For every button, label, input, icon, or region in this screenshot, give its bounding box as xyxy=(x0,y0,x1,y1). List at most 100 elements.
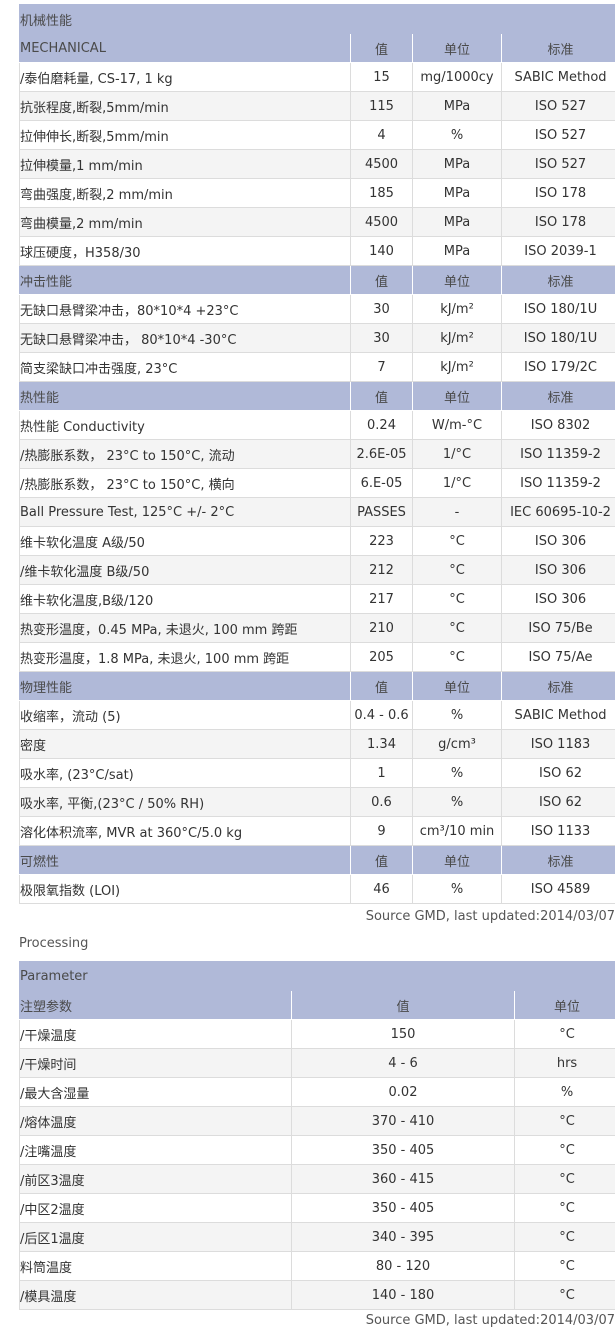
parameter-name-cell: /前区3温度 xyxy=(19,1164,292,1194)
header-name-cell: 可燃性 xyxy=(19,845,351,875)
property-name-cell: 拉伸模量,1 mm/min xyxy=(19,149,351,179)
properties-source-note: Source GMD, last updated:2014/03/07 xyxy=(365,909,615,924)
parameter-name-cell: /模具温度 xyxy=(19,1280,292,1310)
table-row: 弯曲模量,2 mm/min 4500 MPa ISO 178 xyxy=(19,207,615,237)
parameter-name-cell: /中区2温度 xyxy=(19,1193,292,1223)
property-standard-cell: ISO 4589 xyxy=(500,874,615,904)
table-row: /前区3温度 360 - 415 °C xyxy=(19,1164,615,1194)
property-value-cell: 6.E-05 xyxy=(350,468,413,498)
property-name-cell: Ball Pressure Test, 125°C +/- 2°C xyxy=(19,497,351,527)
header-value-cell: 值 xyxy=(291,990,515,1020)
property-name-cell: 热变形温度，0.45 MPa, 未退火, 100 mm 跨距 xyxy=(19,613,351,643)
property-standard-cell: IEC 60695-10-2 xyxy=(500,497,615,527)
header-value-cell: 值 xyxy=(350,381,413,411)
property-unit-cell: MPa xyxy=(412,91,502,121)
table-row: /热膨胀系数， 23°C to 150°C, 流动 2.6E-05 1/°C ISO … xyxy=(19,439,615,469)
property-standard-cell: ISO 2039-1 xyxy=(500,236,615,266)
property-unit-cell: % xyxy=(412,700,502,730)
parameter-unit-cell: °C xyxy=(513,1164,615,1194)
parameter-value-cell: 150 xyxy=(291,1019,515,1049)
table-row: 吸水率, (23°C/sat) 1% ISO 62 xyxy=(19,758,615,788)
parameter-unit-cell: °C xyxy=(513,1193,615,1223)
table-row: /注嘴温度 350 - 405 °C xyxy=(19,1135,615,1165)
property-standard-cell: ISO 306 xyxy=(500,526,615,556)
property-name-cell: 热变形温度，1.8 MPa, 未退火, 100 mm 跨距 xyxy=(19,642,351,672)
property-unit-cell: kJ/m² xyxy=(412,294,502,324)
parameter-name-cell: /干燥时间 xyxy=(19,1048,292,1078)
property-standard-cell: ISO 527 xyxy=(500,149,615,179)
table-row: 极限氧指数 (LOI) 46% ISO 4589 xyxy=(19,874,615,904)
property-unit-cell: % xyxy=(412,120,502,150)
header-value-cell: 值 xyxy=(350,33,413,63)
property-unit-cell: 1/°C xyxy=(412,468,502,498)
property-standard-cell: ISO 62 xyxy=(500,787,615,817)
header-name-cell: MECHANICAL xyxy=(19,33,351,63)
property-name-cell: /维卡软化温度 B级/50 xyxy=(19,555,351,585)
property-unit-cell: W/m-°C xyxy=(412,410,502,440)
parameter-unit-cell: °C xyxy=(513,1019,615,1049)
property-unit-cell: °C xyxy=(412,584,502,614)
property-unit-cell: cm³/10 min xyxy=(412,816,502,846)
property-name-cell: 抗张程度,断裂,5mm/min xyxy=(19,91,351,121)
table-row: 热变形温度，0.45 MPa, 未退火, 100 mm 跨距 210 °C ISO 7… xyxy=(19,613,615,643)
property-unit-cell: °C xyxy=(412,642,502,672)
property-value-cell: 0.24 xyxy=(350,410,413,440)
header-unit-cell: 单位 xyxy=(412,671,502,701)
header-value-cell: 值 xyxy=(350,265,413,295)
header-unit-cell: 单位 xyxy=(513,990,615,1020)
property-unit-cell: kJ/m² xyxy=(412,352,502,382)
table-row: /维卡软化温度 B级/50 212 °C ISO 306 xyxy=(19,555,615,585)
table-row: 抗张程度,断裂,5mm/min 115 MPa ISO 527 xyxy=(19,91,615,121)
property-name-cell: 拉伸伸长,断裂,5mm/min xyxy=(19,120,351,150)
table-row: /最大含湿量 0.02% xyxy=(19,1077,615,1107)
section-header-row: 可燃性值单位 标准 xyxy=(19,845,615,875)
table-row: 维卡软化温度,B级/120 217 °C ISO 306 xyxy=(19,584,615,614)
property-name-cell: 溶化体积流率, MVR at 360°C/5.0 kg xyxy=(19,816,351,846)
property-value-cell: 140 xyxy=(350,236,413,266)
header-standard-cell: 标准 xyxy=(500,33,615,63)
property-value-cell: 2.6E-05 xyxy=(350,439,413,469)
table-row: 拉伸模量,1 mm/min 4500 MPa ISO 527 xyxy=(19,149,615,179)
table-row: 溶化体积流率, MVR at 360°C/5.0 kg 9 cm³/10 min IS… xyxy=(19,816,615,846)
parameter-value-cell: 140 - 180 xyxy=(291,1280,515,1310)
property-unit-cell: g/cm³ xyxy=(412,729,502,759)
parameter-value-cell: 350 - 405 xyxy=(291,1135,515,1165)
header-standard-cell: 标准 xyxy=(500,671,615,701)
property-value-cell: PASSES xyxy=(350,497,413,527)
parameter-value-cell: 360 - 415 xyxy=(291,1164,515,1194)
parameter-unit-cell: % xyxy=(513,1077,615,1107)
property-name-cell: 收缩率，流动 (5) xyxy=(19,700,351,730)
property-standard-cell: ISO 178 xyxy=(500,178,615,208)
property-value-cell: 9 xyxy=(350,816,413,846)
property-name-cell: 简支梁缺口冲击强度, 23°C xyxy=(19,352,351,382)
table-row: 料筒温度 80 - 120 °C xyxy=(19,1251,615,1281)
property-standard-cell: ISO 11359-2 xyxy=(500,468,615,498)
property-value-cell: 30 xyxy=(350,323,413,353)
parameter-unit-cell: °C xyxy=(513,1135,615,1165)
parameter-name-cell: /熔体温度 xyxy=(19,1106,292,1136)
processing-header-row: 注塑参数值单位 xyxy=(19,990,615,1020)
property-standard-cell: SABIC Method xyxy=(500,700,615,730)
parameter-value-cell: 0.02 xyxy=(291,1077,515,1107)
property-unit-cell: °C xyxy=(412,555,502,585)
property-value-cell: 30 xyxy=(350,294,413,324)
header-unit-cell: 单位 xyxy=(412,845,502,875)
property-unit-cell: °C xyxy=(412,613,502,643)
property-name-cell: 极限氧指数 (LOI) xyxy=(19,874,351,904)
property-value-cell: 185 xyxy=(350,178,413,208)
property-standard-cell: ISO 306 xyxy=(500,584,615,614)
header-unit-cell: 单位 xyxy=(412,381,502,411)
property-unit-cell: MPa xyxy=(412,178,502,208)
table-row: 密度 1.34 g/cm³ ISO 1183 xyxy=(19,729,615,759)
property-name-cell: /热膨胀系数， 23°C to 150°C, 横向 xyxy=(19,468,351,498)
parameter-value-cell: 80 - 120 xyxy=(291,1251,515,1281)
table-row: 弯曲强度,断裂,2 mm/min 185 MPa ISO 178 xyxy=(19,178,615,208)
parameter-name-cell: /最大含湿量 xyxy=(19,1077,292,1107)
property-value-cell: 210 xyxy=(350,613,413,643)
property-value-cell: 223 xyxy=(350,526,413,556)
header-name-cell: 注塑参数 xyxy=(19,990,292,1020)
parameter-unit-cell: °C xyxy=(513,1280,615,1310)
property-standard-cell: ISO 75/Be xyxy=(500,613,615,643)
table-row: /热膨胀系数， 23°C to 150°C, 横向 6.E-05 1/°C ISO 1… xyxy=(19,468,615,498)
property-standard-cell: ISO 306 xyxy=(500,555,615,585)
